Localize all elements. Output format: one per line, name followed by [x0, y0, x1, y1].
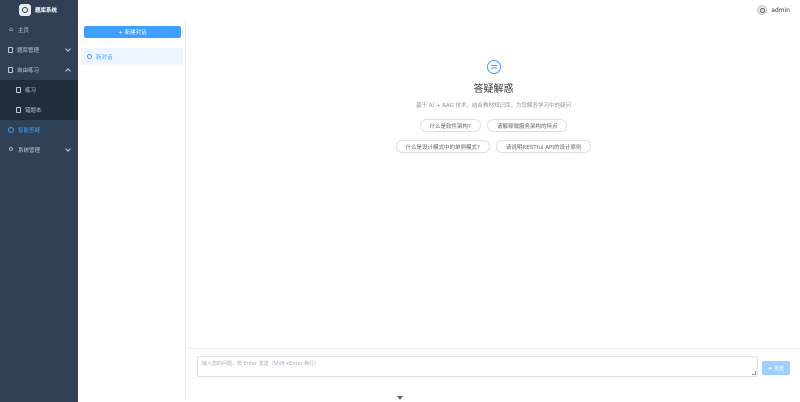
- brand[interactable]: 题库系统: [0, 0, 78, 20]
- conversation-item[interactable]: 新对话: [81, 48, 183, 65]
- sidebar-item-label: 智能答疑: [18, 128, 41, 134]
- document-icon: [8, 47, 13, 53]
- composer: 输入您的问题，按 Enter 发送（Shift+Enter 换行） ➤ 发送: [187, 348, 800, 400]
- conversation-list: + 新建对话 新对话: [78, 20, 186, 400]
- chat-icon: [8, 127, 14, 133]
- sidebar-item-label: 自由练习: [17, 68, 40, 74]
- suggestion-chip[interactable]: 请解释微服务架构的特点: [486, 119, 568, 132]
- user-icon: [759, 7, 765, 13]
- chat-dots-icon: [486, 60, 501, 74]
- chevron-down-icon: [65, 46, 71, 52]
- document-icon: [16, 87, 21, 93]
- sidebar-item-wrong-book[interactable]: 错题本: [0, 100, 78, 120]
- sidebar-item-free-practice[interactable]: 自由练习: [0, 60, 78, 80]
- send-button[interactable]: ➤ 发送: [762, 361, 790, 375]
- resize-handle-icon[interactable]: [752, 371, 756, 375]
- question-input[interactable]: 输入您的问题，按 Enter 发送（Shift+Enter 换行）: [197, 356, 758, 377]
- sidebar-item-label: 题库管理: [17, 48, 40, 54]
- sidebar-item-label: 主页: [18, 28, 30, 34]
- avatar[interactable]: [757, 5, 768, 15]
- document-icon: [16, 107, 21, 113]
- sidebar-item-system[interactable]: ⚙ 系统管理: [0, 140, 78, 160]
- conversation-title: 新对话: [96, 54, 113, 61]
- suggestions: 什么是软件架构? 请解释微服务架构的特点 什么是设计模式中的单例模式? 请说明R…: [187, 119, 800, 153]
- sidebar-item-practice[interactable]: 练习: [0, 80, 78, 100]
- chevron-up-icon: [65, 68, 71, 74]
- sidebar-item-home[interactable]: ⌂ 主页: [0, 20, 78, 40]
- sidebar-item-label: 系统管理: [18, 148, 41, 154]
- sidebar-item-question-bank[interactable]: 题库管理: [0, 40, 78, 60]
- username[interactable]: admin: [771, 7, 790, 14]
- brand-title: 题库系统: [35, 8, 58, 14]
- chevron-down-icon: [65, 146, 71, 152]
- chat-bubble-icon: [87, 54, 92, 59]
- gear-icon: ⚙: [8, 146, 14, 153]
- topbar: admin: [78, 0, 800, 20]
- welcome-title: 答疑解惑: [473, 84, 514, 95]
- input-placeholder: 输入您的问题，按 Enter 发送（Shift+Enter 换行）: [202, 361, 320, 367]
- scroll-down-icon[interactable]: [397, 396, 403, 400]
- welcome-subtitle: 基于 AI + RAG 技术，结合教材知识库，为您解答学习中的疑问: [415, 103, 571, 109]
- logo-icon: [19, 4, 31, 16]
- sidebar: 题库系统 ⌂ 主页 题库管理 自由练习 练习 错题本 智能答疑 ⚙ 系统管理: [0, 0, 78, 402]
- suggestion-chip[interactable]: 什么是软件架构?: [419, 119, 481, 132]
- sidebar-item-label: 错题本: [25, 108, 42, 114]
- suggestion-chip[interactable]: 请说明RESTful API的设计原则: [495, 140, 592, 153]
- welcome-panel: 答疑解惑 基于 AI + RAG 技术，结合教材知识库，为您解答学习中的疑问 什…: [187, 60, 800, 153]
- sidebar-item-smart-qa[interactable]: 智能答疑: [0, 120, 78, 140]
- document-icon: [8, 67, 13, 73]
- home-icon: ⌂: [9, 26, 13, 33]
- new-chat-button[interactable]: + 新建对话: [84, 26, 181, 38]
- chat-main: 答疑解惑 基于 AI + RAG 技术，结合教材知识库，为您解答学习中的疑问 什…: [187, 20, 800, 400]
- sidebar-item-label: 练习: [25, 88, 37, 94]
- suggestion-chip[interactable]: 什么是设计模式中的单例模式?: [395, 140, 490, 153]
